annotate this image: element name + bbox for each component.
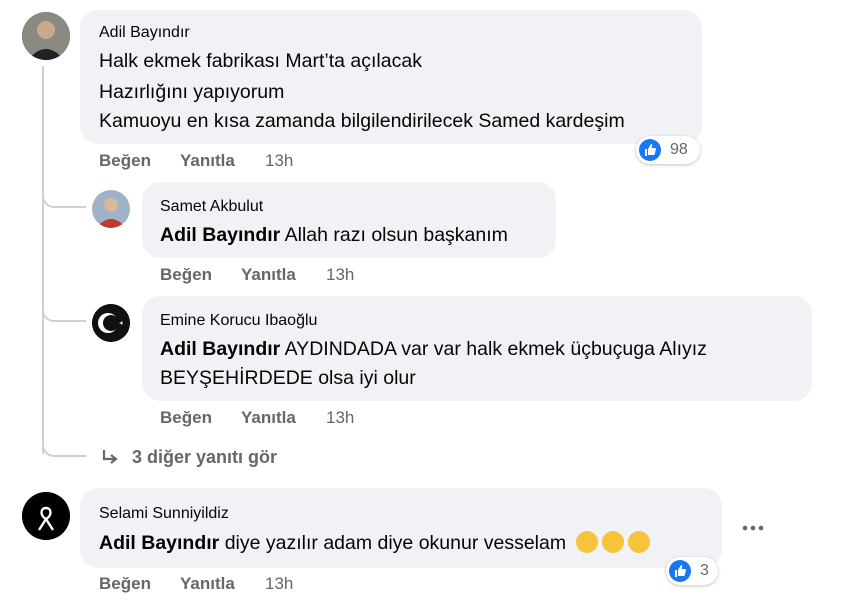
comment-text-line: Adil Bayındır AYDINDADA var var halk ekm…	[160, 338, 707, 361]
timestamp[interactable]: 13h	[326, 408, 354, 428]
like-button[interactable]: Beğen	[99, 574, 151, 594]
reaction-summary[interactable]: 98	[636, 136, 700, 164]
like-button[interactable]: Beğen	[160, 265, 212, 285]
mention-link[interactable]: Adil Bayındır	[160, 338, 280, 360]
avatar-adil-bayindir[interactable]	[22, 12, 70, 60]
reaction-summary[interactable]: 3	[666, 557, 718, 585]
timestamp[interactable]: 13h	[265, 574, 293, 594]
comment-text-line: Kamuoyu en kısa zamanda bilgilendirilece…	[99, 110, 625, 132]
thread-branch-1	[42, 186, 86, 208]
thread-line-main	[42, 66, 44, 454]
reply-button[interactable]: Yanıtla	[180, 574, 235, 594]
comment-author[interactable]: Samet Akbulut	[160, 198, 263, 216]
comment-actions: Beğen Yanıtla 13h	[160, 408, 380, 428]
thread-branch-3	[42, 435, 86, 457]
timestamp[interactable]: 13h	[326, 265, 354, 285]
comment-text: AYDINDADA var var halk ekmek üçbuçuga Al…	[280, 338, 707, 360]
comment-text: diye yazılır adam diye okunur vesselam	[219, 532, 567, 554]
mention-link[interactable]: Adil Bayındır	[99, 532, 219, 554]
view-more-replies-label: 3 diğer yanıtı gör	[132, 447, 278, 467]
comment-author[interactable]: Adil Bayındır	[99, 24, 190, 42]
clapping-hands-emoji	[627, 531, 650, 553]
comment-text: Allah razı olsun başkanım	[280, 224, 508, 246]
avatar-emine-korucu-ibaoglu[interactable]	[92, 304, 130, 342]
comment-bubble	[80, 488, 722, 568]
avatar-samet-akbulut[interactable]	[92, 190, 130, 228]
like-button[interactable]: Beğen	[99, 151, 151, 171]
reply-button[interactable]: Yanıtla	[180, 151, 235, 171]
comment-text-line: Hazırlığını yapıyorum	[99, 81, 285, 103]
timestamp[interactable]: 13h	[265, 151, 293, 171]
comment-author[interactable]: Selami Sunniyildiz	[99, 505, 229, 523]
avatar-selami-sunniyildiz[interactable]	[22, 492, 70, 540]
clapping-hands-emoji	[601, 531, 624, 553]
comment-text-line: BEYŞEHİRDEDE olsa iyi olur	[160, 367, 416, 389]
comment-actions: Beğen Yanıtla 13h	[160, 265, 380, 285]
comment-actions: Beğen Yanıtla 13h	[99, 151, 319, 171]
thumbs-up-icon	[639, 139, 661, 161]
reaction-count: 98	[670, 141, 688, 158]
thread-branch-2	[42, 300, 86, 322]
like-button[interactable]: Beğen	[160, 408, 212, 428]
comment-actions: Beğen Yanıtla 13h	[99, 574, 319, 594]
reply-button[interactable]: Yanıtla	[241, 408, 296, 428]
comment-text-line: Adil Bayındır diye yazılır adam diye oku…	[99, 531, 650, 555]
reaction-count: 3	[700, 562, 709, 579]
comment-text-line: Halk ekmek fabrikası Mart’ta açılacak	[99, 50, 422, 72]
thumbs-up-icon	[669, 560, 691, 582]
more-options-icon[interactable]	[738, 518, 768, 538]
comment-text-line: Adil Bayındır Allah razı olsun başkanım	[160, 224, 508, 247]
clapping-hands-emoji	[575, 531, 598, 553]
comment-author[interactable]: Emine Korucu Ibaoğlu	[160, 312, 317, 330]
reply-arrow-icon	[98, 446, 122, 475]
reply-button[interactable]: Yanıtla	[241, 265, 296, 285]
mention-link[interactable]: Adil Bayındır	[160, 224, 280, 246]
